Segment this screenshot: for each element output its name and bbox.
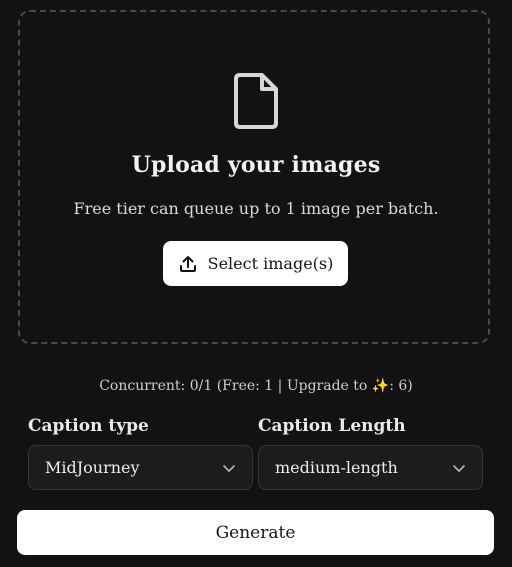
- upload-subtitle: Free tier can queue up to 1 image per ba…: [73, 199, 439, 218]
- concurrency-upgrade-value: : 6): [389, 378, 413, 394]
- select-images-label: Select image(s): [207, 254, 334, 273]
- file-icon: [234, 73, 278, 129]
- chevron-down-icon: [223, 464, 235, 472]
- concurrency-text: Concurrent: 0/1 (Free: 1 | Upgrade to: [99, 378, 372, 394]
- generate-button[interactable]: Generate: [17, 510, 494, 555]
- caption-type-select[interactable]: MidJourney: [28, 445, 253, 490]
- upload-title: Upload your images: [131, 152, 381, 178]
- sparkle-icon: ✨: [371, 378, 390, 394]
- caption-length-select[interactable]: medium-length: [258, 445, 483, 490]
- caption-type-value: MidJourney: [45, 458, 140, 477]
- chevron-down-icon: [453, 464, 465, 472]
- caption-type-label: Caption type: [28, 416, 149, 436]
- caption-length-value: medium-length: [275, 458, 398, 477]
- generate-label: Generate: [215, 522, 296, 543]
- caption-length-label: Caption Length: [258, 416, 406, 436]
- upload-icon: [179, 255, 196, 272]
- concurrency-status: Concurrent: 0/1 (Free: 1 | Upgrade to ✨:…: [0, 378, 512, 394]
- select-images-button[interactable]: Select image(s): [163, 241, 348, 286]
